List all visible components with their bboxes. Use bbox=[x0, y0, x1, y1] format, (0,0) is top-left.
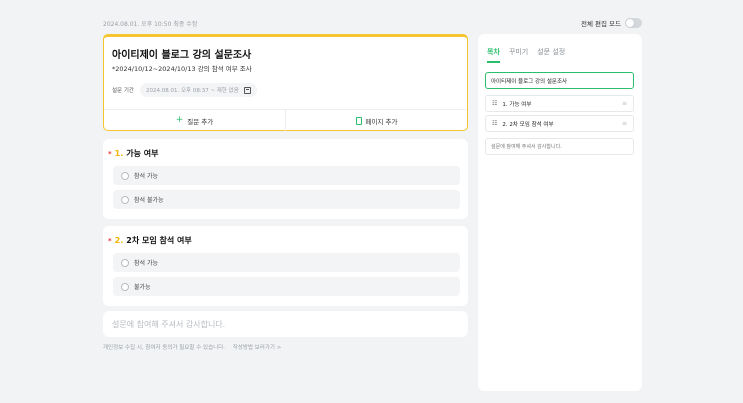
option-label: 참석 가능 bbox=[134, 173, 158, 180]
page-icon bbox=[355, 116, 362, 125]
topbar: 2024.08.01. 오후 10:50 최종 수정 전체 편집 모드 bbox=[103, 18, 642, 31]
tab-toc[interactable]: 목차 bbox=[487, 47, 500, 63]
toc-item-label: 1. 가능 여부 bbox=[502, 101, 532, 108]
option-item[interactable]: 참석 가능 bbox=[113, 166, 460, 185]
plus-icon: + bbox=[175, 115, 184, 125]
survey-header-card[interactable]: 아이티제이 블로그 강의 설문조사 *2024/10/12~2024/10/13… bbox=[103, 34, 468, 131]
survey-title[interactable]: 아이티제이 블로그 강의 설문조사 bbox=[112, 46, 251, 61]
drag-handle-icon[interactable]: ≡ bbox=[622, 100, 627, 107]
period-picker[interactable]: 2024.08.01. 오후 08:37 ~ 제한 없음 bbox=[140, 83, 257, 97]
end-message-text[interactable]: 설문에 참여해 주셔서 감사합니다. bbox=[112, 319, 225, 330]
add-question-label: 질문 추가 bbox=[187, 117, 214, 126]
side-panel: 목차 꾸미기 설문 설정 아이티제이 블로그 강의 설문조사 ☷ 1. 가능 여… bbox=[478, 34, 642, 391]
tab-settings[interactable]: 설문 설정 bbox=[537, 47, 565, 63]
period-label: 설문 기간 bbox=[112, 88, 134, 94]
list-icon: ☷ bbox=[492, 120, 498, 127]
option-label: 참석 불가능 bbox=[134, 197, 164, 204]
footnote-text: 개인정보 수집 시, 참여자 동의가 필요할 수 있습니다. bbox=[103, 345, 225, 351]
edit-mode-toggle[interactable] bbox=[625, 18, 642, 28]
toc-item[interactable]: ☷ 1. 가능 여부 ≡ bbox=[485, 95, 634, 112]
question-card[interactable]: * 2. 2차 모임 참석 여부 참석 가능 불가능 bbox=[103, 226, 468, 306]
question-text: 2차 모임 참석 여부 bbox=[126, 236, 192, 245]
option-item[interactable]: 참석 불가능 bbox=[113, 190, 460, 209]
toc-survey-title[interactable]: 아이티제이 블로그 강의 설문조사 bbox=[485, 72, 634, 89]
option-label: 불가능 bbox=[134, 284, 151, 291]
privacy-footnote: 개인정보 수집 시, 참여자 동의가 필요할 수 있습니다. 작성방법 보러가기… bbox=[103, 343, 281, 351]
question-text: 가능 여부 bbox=[126, 149, 159, 158]
radio-button[interactable] bbox=[121, 282, 129, 291]
question-card[interactable]: * 1. 가능 여부 참석 가능 참석 불가능 bbox=[103, 139, 468, 219]
how-to-link[interactable]: 작성방법 보러가기 > bbox=[233, 345, 282, 351]
toc-end-message[interactable]: 설문에 참여해 주셔서 감사합니다. bbox=[485, 138, 634, 155]
period-value: 2024.08.01. 오후 08:37 ~ 제한 없음 bbox=[146, 88, 239, 94]
required-mark: * bbox=[108, 237, 112, 245]
question-title: * 1. 가능 여부 bbox=[108, 148, 159, 159]
option-label: 참석 가능 bbox=[134, 260, 158, 267]
radio-button[interactable] bbox=[121, 171, 129, 180]
edit-mode-control[interactable]: 전체 편집 모드 bbox=[581, 18, 642, 28]
option-item[interactable]: 참석 가능 bbox=[113, 253, 460, 272]
add-question-button[interactable]: + 질문 추가 bbox=[104, 110, 285, 131]
question-number: 1. bbox=[114, 149, 124, 158]
header-actions: + 질문 추가 페이지 추가 bbox=[104, 109, 467, 131]
question-number: 2. bbox=[114, 236, 124, 245]
survey-description[interactable]: *2024/10/12~2024/10/13 강의 참석 여부 조사 bbox=[112, 63, 252, 73]
panel-tabs: 목차 꾸미기 설문 설정 bbox=[487, 47, 565, 63]
question-title: * 2. 2차 모임 참석 여부 bbox=[108, 235, 192, 246]
calendar-icon bbox=[243, 86, 251, 94]
last-modified-text: 2024.08.01. 오후 10:50 최종 수정 bbox=[103, 21, 198, 28]
required-mark: * bbox=[108, 150, 112, 158]
add-page-button[interactable]: 페이지 추가 bbox=[285, 110, 467, 131]
edit-mode-label: 전체 편집 모드 bbox=[580, 20, 621, 28]
radio-button[interactable] bbox=[121, 258, 129, 267]
radio-button[interactable] bbox=[121, 195, 129, 204]
option-item[interactable]: 불가능 bbox=[113, 277, 460, 296]
toc-item[interactable]: ☷ 2. 2차 모임 참석 여부 ≡ bbox=[485, 115, 634, 132]
add-page-label: 페이지 추가 bbox=[365, 117, 398, 126]
list-icon: ☷ bbox=[492, 100, 498, 107]
survey-period: 설문 기간 2024.08.01. 오후 08:37 ~ 제한 없음 bbox=[112, 83, 257, 97]
toc-item-label: 2. 2차 모임 참석 여부 bbox=[502, 121, 554, 128]
drag-handle-icon[interactable]: ≡ bbox=[622, 120, 627, 127]
tab-decorate[interactable]: 꾸미기 bbox=[509, 47, 528, 63]
end-message-card[interactable]: 설문에 참여해 주셔서 감사합니다. bbox=[103, 311, 468, 337]
